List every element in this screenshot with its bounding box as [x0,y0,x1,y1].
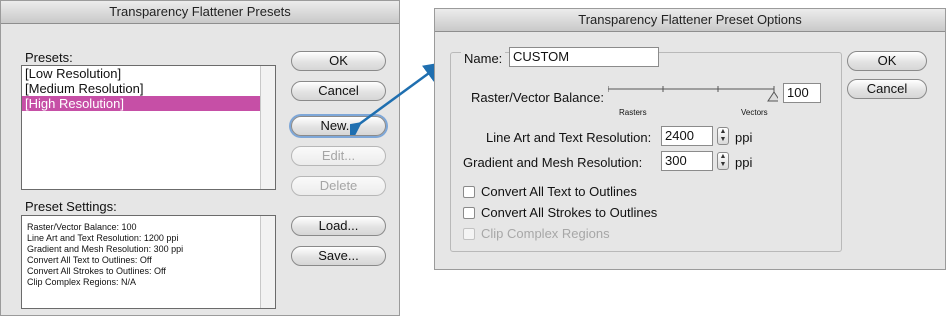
clip-regions-checkbox[interactable] [463,228,475,240]
gradient-unit: ppi [735,155,753,170]
line-art-resolution-label: Line Art and Text Resolution: [486,130,652,145]
slider-max-label: Vectors [741,108,768,117]
convert-text-checkbox[interactable] [463,186,475,198]
list-item[interactable]: [Low Resolution] [22,66,275,81]
slider-thumb-icon [767,91,778,102]
setting-line: Clip Complex Regions: N/A [27,277,137,287]
preset-settings-box: Raster/Vector Balance: 100 Line Art and … [21,215,276,309]
convert-text-label: Convert All Text to Outlines [481,184,637,199]
gradient-resolution-label: Gradient and Mesh Resolution: [463,155,643,170]
stepper-up-down-icon[interactable]: ▲ ▼ [717,127,729,145]
name-field[interactable]: CUSTOM [509,47,659,67]
cancel-button[interactable]: Cancel [847,79,927,99]
list-item-selected[interactable]: [High Resolution] [22,96,275,111]
setting-line: Line Art and Text Resolution: 1200 ppi [27,233,179,243]
delete-button[interactable]: Delete [291,176,386,196]
presets-list[interactable]: [Low Resolution] [Medium Resolution] [Hi… [21,65,276,190]
edit-button[interactable]: Edit... [291,146,386,166]
line-art-unit: ppi [735,130,753,145]
setting-line: Raster/Vector Balance: 100 [27,222,137,232]
list-item[interactable]: [Medium Resolution] [22,81,275,96]
setting-line: Convert All Text to Outlines: Off [27,255,152,265]
clip-regions-label: Clip Complex Regions [481,226,610,241]
ok-button[interactable]: OK [847,51,927,71]
preset-settings-label: Preset Settings: [25,199,117,214]
convert-strokes-checkbox[interactable] [463,207,475,219]
presets-label: Presets: [25,50,73,65]
preset-options-dialog: Transparency Flattener Preset Options Na… [434,8,946,270]
gradient-resolution-field[interactable]: 300 [661,151,713,171]
setting-line: Convert All Strokes to Outlines: Off [27,266,166,276]
name-label: Name: [461,51,506,66]
raster-vector-balance-field[interactable]: 100 [783,83,821,103]
presets-dialog-title: Transparency Flattener Presets [1,1,399,24]
presets-scrollbar[interactable] [260,66,275,189]
raster-vector-slider[interactable] [608,81,778,105]
save-button[interactable]: Save... [291,246,386,266]
stepper-up-down-icon[interactable]: ▲ ▼ [717,152,729,170]
raster-vector-balance-label: Raster/Vector Balance: [471,90,604,105]
presets-dialog: Transparency Flattener Presets Presets: … [0,0,400,316]
line-art-resolution-field[interactable]: 2400 [661,126,713,146]
preset-options-title: Transparency Flattener Preset Options [435,9,945,32]
slider-min-label: Rasters [619,108,647,117]
convert-strokes-label: Convert All Strokes to Outlines [481,205,658,220]
settings-scrollbar[interactable] [260,216,275,308]
setting-line: Gradient and Mesh Resolution: 300 ppi [27,244,184,254]
load-button[interactable]: Load... [291,216,386,236]
